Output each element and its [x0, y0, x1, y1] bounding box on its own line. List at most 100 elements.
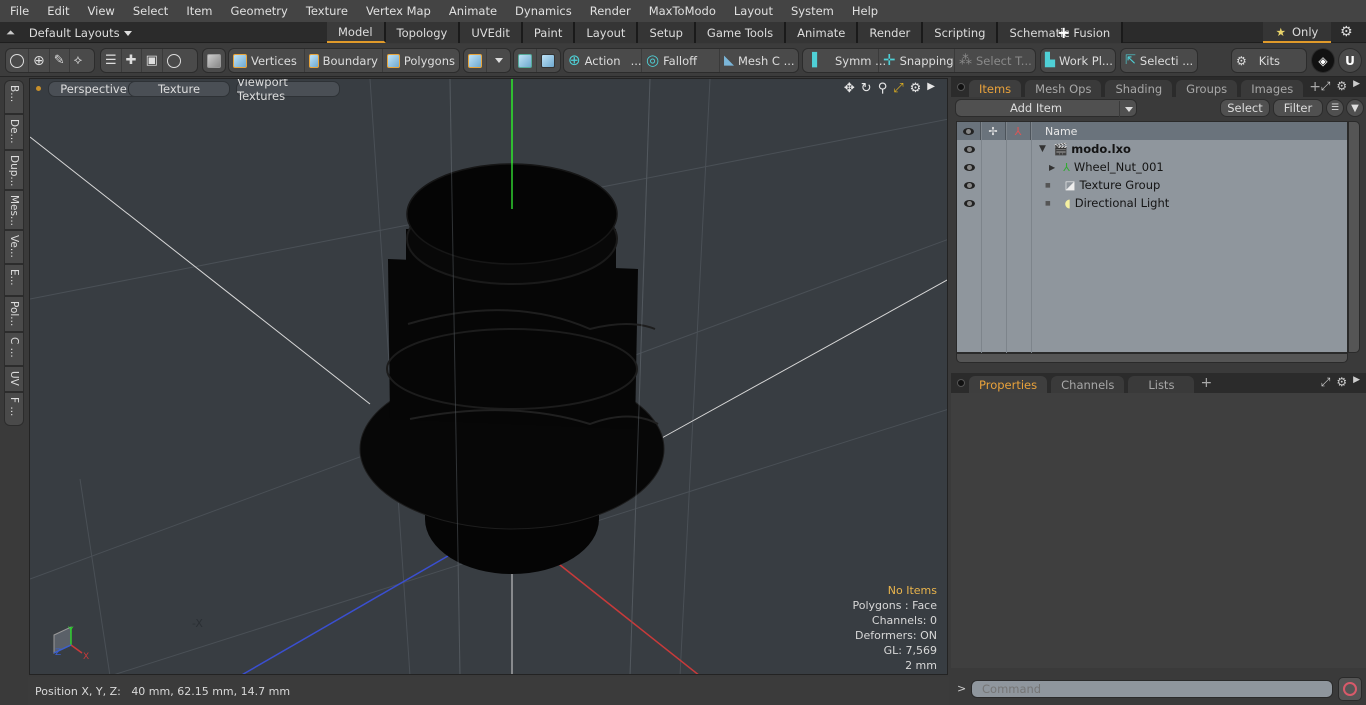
lasso-button[interactable]: ⟡ [70, 49, 87, 72]
maximize-panel-icon[interactable]: ⤢ [1321, 375, 1331, 390]
selection-sets-button[interactable]: ⇱ Selecti ... [1120, 48, 1198, 73]
panel-expand-icon[interactable]: ▶ [1353, 79, 1360, 94]
tab-uvedit[interactable]: UVEdit [460, 22, 523, 43]
item-list-vertical-scrollbar[interactable] [1348, 121, 1360, 353]
maximize-panel-icon[interactable]: ⤢ [1321, 79, 1331, 94]
tab-shading[interactable]: Shading [1105, 80, 1173, 97]
left-tab-fusion[interactable]: F ... [4, 392, 24, 426]
record-macro-button[interactable] [1338, 677, 1362, 701]
item-row-mesh[interactable]: ▶ ⅄ Wheel_Nut_001 [957, 158, 1347, 176]
left-tab-edge[interactable]: E... [4, 264, 24, 296]
select-through-button[interactable]: ⁂ Select T... [955, 49, 1033, 72]
add-item-button[interactable]: Add Item [955, 99, 1137, 117]
tab-model[interactable]: Model [327, 22, 386, 43]
menu-animate[interactable]: Animate [439, 4, 505, 18]
viewport-textures-button[interactable]: Viewport Textures [236, 79, 340, 103]
left-tab-uv[interactable]: UV [4, 366, 24, 392]
tab-render[interactable]: Render [858, 22, 924, 43]
menu-help[interactable]: Help [842, 4, 886, 18]
tab-items[interactable]: Items [969, 80, 1022, 97]
layouts-selector[interactable]: ⏶ Default Layouts [6, 22, 132, 43]
tab-mesh-ops[interactable]: Mesh Ops [1025, 80, 1102, 97]
panel-gear-icon[interactable]: ⚙ [1336, 375, 1347, 390]
item-row-scene[interactable]: ▼ 🎬 modo.lxo [957, 140, 1347, 158]
filter-button[interactable]: Filter [1273, 99, 1323, 117]
tab-paint[interactable]: Paint [522, 22, 576, 43]
tab-channels[interactable]: Channels [1051, 376, 1125, 393]
falloff-button[interactable]: ◎ Falloff [642, 49, 720, 72]
add-tab-plus-icon[interactable]: + [1057, 23, 1070, 42]
work-plane-button[interactable]: ▙ Work Pl... [1040, 48, 1116, 73]
tab-topology[interactable]: Topology [385, 22, 461, 43]
panel-expand-icon[interactable]: ▶ [1353, 375, 1360, 390]
menu-system[interactable]: System [781, 4, 842, 18]
command-input[interactable] [971, 680, 1333, 698]
item-row-texture-group[interactable]: ■ ◪ Texture Group [957, 176, 1347, 194]
viewport-gear-icon[interactable]: ⚙ [910, 81, 922, 96]
select-circle-button[interactable] [6, 49, 29, 72]
pan-move-icon[interactable]: ✥ [844, 81, 855, 96]
only-toggle[interactable]: ★ Only [1263, 22, 1331, 43]
expand-arrow-icon[interactable]: ▶ [927, 81, 935, 96]
vertices-button[interactable]: Vertices [229, 49, 305, 72]
perspective-button[interactable]: Perspective [48, 81, 139, 97]
zoom-magnifier-icon[interactable]: ⚲ [878, 81, 888, 96]
name-column-header[interactable]: Name [1031, 122, 1347, 140]
tab-game-tools[interactable]: Game Tools [695, 22, 787, 43]
panel-options-dot[interactable] [957, 379, 965, 387]
expand-triangle-icon[interactable]: ▶ [1049, 163, 1055, 172]
visibility-eye-icon[interactable] [963, 181, 975, 189]
list-options-button[interactable]: ☰ [1326, 99, 1344, 117]
modo-cube-button[interactable]: ◈ [1311, 48, 1335, 73]
left-tab-mesh-edit[interactable]: Mes... [4, 190, 24, 230]
tab-layout[interactable]: Layout [575, 22, 639, 43]
menu-maxtomodo[interactable]: MaxToModo [639, 4, 724, 18]
tab-groups[interactable]: Groups [1176, 80, 1238, 97]
tab-images[interactable]: Images [1241, 80, 1304, 97]
align-button[interactable]: ☰ [101, 49, 122, 72]
left-tab-deform[interactable]: De... [4, 114, 24, 150]
panel-options-dot[interactable] [957, 83, 965, 91]
boundary-button[interactable]: Boundary [305, 49, 383, 72]
left-tab-vertex[interactable]: Ve... [4, 230, 24, 264]
left-tab-basic[interactable]: B... [4, 80, 24, 114]
3d-viewport[interactable]: Y X Z -X Perspective Texture Viewport Te… [29, 78, 948, 675]
left-tab-duplicate[interactable]: Dup... [4, 150, 24, 190]
unreal-button[interactable]: U [1338, 48, 1362, 73]
material-button[interactable] [464, 49, 487, 72]
visibility-eye-icon[interactable] [963, 145, 975, 153]
kits-button[interactable]: ⚙ Kits [1231, 48, 1307, 73]
funnel-filter-button[interactable]: ▼ [1346, 99, 1364, 117]
menu-render[interactable]: Render [580, 4, 639, 18]
mesh-constraint-button[interactable]: ◣ Mesh C ... [720, 49, 796, 72]
lock-column-header[interactable]: ✢ [981, 122, 1006, 140]
menu-dynamics[interactable]: Dynamics [505, 4, 580, 18]
left-tab-curve[interactable]: C ... [4, 332, 24, 366]
tab-scripting[interactable]: Scripting [923, 22, 999, 43]
items-mode-button[interactable] [202, 48, 226, 73]
shading-mode-button[interactable]: Texture [128, 81, 230, 97]
type-column-header[interactable]: ⅄ [1006, 122, 1031, 140]
viewport-options-dot[interactable] [36, 86, 41, 91]
add-panel-tab-plus-icon[interactable]: + [1200, 375, 1212, 393]
item-row-light[interactable]: ■ ◖ Directional Light [957, 194, 1347, 212]
tab-animate[interactable]: Animate [786, 22, 859, 43]
add-item-dropdown[interactable] [1119, 101, 1137, 117]
snapping-button[interactable]: ✛ Snapping [879, 49, 955, 72]
menu-vertex-map[interactable]: Vertex Map [356, 4, 439, 18]
panel-gear-icon[interactable]: ⚙ [1336, 79, 1347, 94]
menu-view[interactable]: View [78, 4, 123, 18]
pen-button[interactable]: ✎ [50, 49, 70, 72]
menu-layout[interactable]: Layout [724, 4, 781, 18]
add-panel-tab-plus-icon[interactable]: + [1309, 79, 1321, 97]
menu-texture[interactable]: Texture [296, 4, 356, 18]
material-dropdown[interactable] [487, 49, 507, 72]
visibility-column-header[interactable] [957, 122, 981, 140]
menu-file[interactable]: File [0, 4, 37, 18]
rotate-icon[interactable]: ↻ [861, 81, 872, 96]
menu-edit[interactable]: Edit [37, 4, 77, 18]
collapse-up-icon[interactable]: ⏶ [6, 26, 15, 40]
action-center-button[interactable]: ⊕ Action... [564, 49, 642, 72]
globe-button[interactable]: ⊕ [29, 49, 50, 72]
maximize-icon[interactable]: ⤢ [893, 81, 903, 96]
